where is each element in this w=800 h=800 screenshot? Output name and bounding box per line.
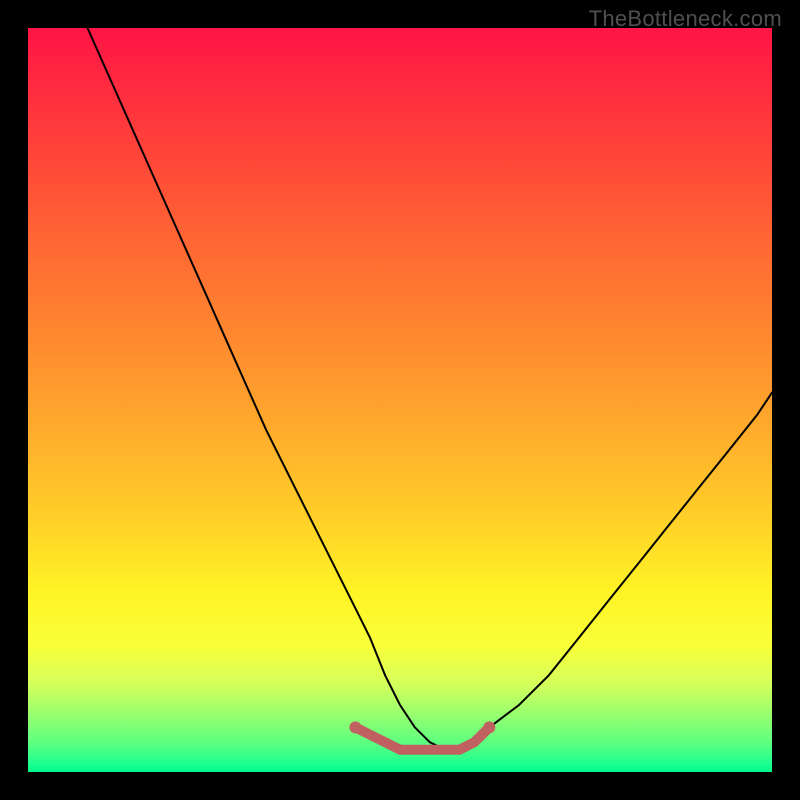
watermark-label: TheBottleneck.com [589,6,782,32]
band-endpoint-left [349,721,361,733]
bottom-band [355,727,489,749]
band-endpoint-right [483,721,495,733]
main-curve [88,28,773,750]
curve-layer [28,28,772,772]
plot-area [28,28,772,772]
chart-frame: TheBottleneck.com [0,0,800,800]
